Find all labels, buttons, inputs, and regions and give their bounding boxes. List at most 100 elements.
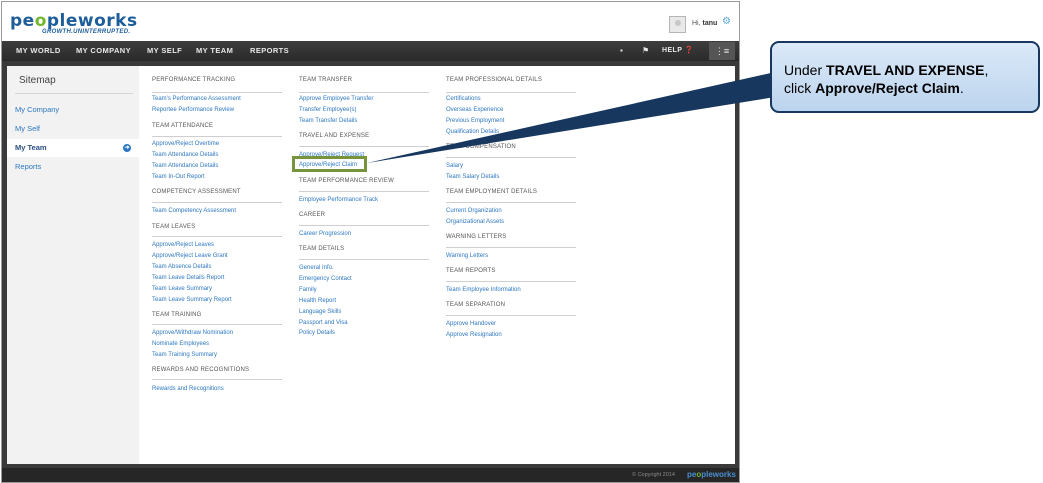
link-team-absence-details[interactable]: Team Absence Details bbox=[152, 264, 211, 270]
link-team-training-summary[interactable]: Team Training Summary bbox=[152, 352, 217, 358]
section-divider bbox=[299, 146, 429, 147]
nav-my-self[interactable]: MY SELF bbox=[147, 41, 182, 61]
link-general-info[interactable]: General Info. bbox=[299, 265, 334, 271]
section-divider bbox=[152, 236, 282, 237]
link-rewards-and-recognitions[interactable]: Rewards and Recognitions bbox=[152, 386, 224, 392]
app-window: peopleworks GROWTH.UNINTERRUPTED. Hi, ta… bbox=[1, 1, 740, 483]
link-team-salary-details[interactable]: Team Salary Details bbox=[446, 174, 499, 180]
link-approve-resignation[interactable]: Approve Resignation bbox=[446, 332, 502, 338]
logo-tagline: GROWTH.UNINTERRUPTED. bbox=[42, 29, 131, 35]
sidebar-item-reports[interactable]: Reports bbox=[7, 158, 139, 176]
link-team-leave-summary-report[interactable]: Team Leave Summary Report bbox=[152, 297, 232, 303]
link-warning-letters[interactable]: Warning Letters bbox=[446, 253, 488, 259]
help-icon: ❓ bbox=[684, 47, 694, 54]
section-divider bbox=[299, 225, 429, 226]
section-title: CAREER bbox=[299, 212, 326, 218]
instruction-callout: Under TRAVEL AND EXPENSE, click Approve/… bbox=[770, 41, 1040, 113]
sidebar-item-my-self[interactable]: My Self bbox=[7, 120, 139, 138]
link-team-transfer-details[interactable]: Team Transfer Details bbox=[299, 118, 357, 124]
link-employee-performance-track[interactable]: Employee Performance Track bbox=[299, 197, 378, 203]
link-emergency-contact[interactable]: Emergency Contact bbox=[299, 276, 352, 282]
link-team-attendance-details-2[interactable]: Team Attendance Details bbox=[152, 163, 218, 169]
sidebar-item-my-company[interactable]: My Company bbox=[7, 101, 139, 119]
highlight-box bbox=[292, 156, 367, 172]
menu-toggle-icon[interactable]: ⋮≡ bbox=[709, 42, 735, 60]
section-title: TEAM SEPARATION bbox=[446, 302, 506, 308]
link-certifications[interactable]: Certifications bbox=[446, 96, 481, 102]
link-transfer-employees[interactable]: Transfer Employee(s) bbox=[299, 107, 356, 113]
section-divider bbox=[446, 247, 576, 248]
link-overseas-experience[interactable]: Overseas Experience bbox=[446, 107, 503, 113]
link-team-employee-information[interactable]: Team Employee Information bbox=[446, 287, 521, 293]
sidebar-divider bbox=[15, 93, 133, 94]
section-divider bbox=[446, 157, 576, 158]
flag-icon[interactable]: ⚑ bbox=[642, 41, 649, 61]
link-reportee-performance-review[interactable]: Reportee Performance Review bbox=[152, 107, 234, 113]
user-avatar-icon[interactable] bbox=[669, 16, 686, 33]
sitemap-title: Sitemap bbox=[19, 75, 56, 86]
section-title: PERFORMANCE TRACKING bbox=[152, 77, 236, 83]
link-policy-details[interactable]: Policy Details bbox=[299, 330, 335, 336]
section-title: TEAM ATTENDANCE bbox=[152, 123, 214, 129]
link-team-leave-details-report[interactable]: Team Leave Details Report bbox=[152, 275, 224, 281]
section-title: REWARDS AND RECOGNITIONS bbox=[152, 367, 250, 373]
section-divider bbox=[152, 92, 282, 93]
nav-my-team[interactable]: MY TEAM bbox=[196, 41, 233, 61]
section-title: TEAM PROFESSIONAL DETAILS bbox=[446, 77, 543, 83]
section-divider bbox=[299, 259, 429, 260]
link-salary[interactable]: Salary bbox=[446, 163, 463, 169]
section-divider bbox=[446, 281, 576, 282]
section-divider bbox=[152, 202, 282, 203]
section-divider bbox=[446, 315, 576, 316]
user-greeting[interactable]: Hi, tanu bbox=[692, 20, 717, 27]
section-title: TEAM TRANSFER bbox=[299, 77, 353, 83]
app-header: peopleworks GROWTH.UNINTERRUPTED. Hi, ta… bbox=[2, 2, 739, 41]
book-icon[interactable]: ▪ bbox=[620, 41, 623, 61]
link-teams-performance-assessment[interactable]: Team's Performance Assessment bbox=[152, 96, 241, 102]
nav-my-world[interactable]: MY WORLD bbox=[16, 41, 61, 61]
section-title: TEAM TRAINING bbox=[152, 312, 202, 318]
nav-my-company[interactable]: MY COMPANY bbox=[76, 41, 131, 61]
sidebar-item-my-team[interactable]: My Team ➜ bbox=[7, 139, 139, 157]
sidebar-item-label: My Team bbox=[15, 143, 47, 152]
link-family[interactable]: Family bbox=[299, 287, 317, 293]
link-approve-withdraw-nomination[interactable]: Approve/Withdraw Nomination bbox=[152, 330, 233, 336]
link-approve-reject-overtime[interactable]: Approve/Reject Overtime bbox=[152, 141, 219, 147]
peopleworks-logo[interactable]: peopleworks bbox=[10, 11, 138, 31]
link-passport-and-visa[interactable]: Passport and Visa bbox=[299, 320, 348, 326]
section-title: TRAVEL AND EXPENSE bbox=[299, 133, 370, 139]
link-health-report[interactable]: Health Report bbox=[299, 298, 336, 304]
arrow-right-icon: ➜ bbox=[123, 144, 131, 152]
link-team-in-out-report[interactable]: Team In-Out Report bbox=[152, 174, 205, 180]
link-approve-employee-transfer[interactable]: Approve Employee Transfer bbox=[299, 96, 373, 102]
link-language-skills[interactable]: Language Skills bbox=[299, 309, 341, 315]
main-nav: MY WORLD MY COMPANY MY SELF MY TEAM REPO… bbox=[2, 41, 739, 61]
link-approve-handover[interactable]: Approve Handover bbox=[446, 321, 496, 327]
section-divider bbox=[299, 191, 429, 192]
gear-icon[interactable]: ⚙ bbox=[722, 16, 731, 27]
link-current-organization[interactable]: Current Organization bbox=[446, 208, 502, 214]
nav-reports[interactable]: REPORTS bbox=[250, 41, 289, 61]
link-career-progression[interactable]: Career Progression bbox=[299, 231, 351, 237]
callout-text: Under TRAVEL AND EXPENSE, click Approve/… bbox=[784, 62, 989, 96]
help-button[interactable]: HELP ❓ bbox=[662, 41, 694, 61]
footer-logo: peopleworks bbox=[687, 470, 736, 479]
link-previous-employment[interactable]: Previous Employment bbox=[446, 118, 504, 124]
section-title: TEAM EMPLOYMENT DETAILS bbox=[446, 189, 538, 195]
link-team-attendance-details[interactable]: Team Attendance Details bbox=[152, 152, 218, 158]
section-divider bbox=[446, 202, 576, 203]
app-footer: © Copyright 2014 peopleworks bbox=[2, 468, 739, 482]
link-team-leave-summary[interactable]: Team Leave Summary bbox=[152, 286, 212, 292]
section-title: COMPETENCY ASSESSMENT bbox=[152, 189, 241, 195]
link-nominate-employees[interactable]: Nominate Employees bbox=[152, 341, 209, 347]
sitemap-main: PERFORMANCE TRACKING Team's Performance … bbox=[139, 66, 735, 464]
copyright-text: © Copyright 2014 bbox=[632, 472, 675, 478]
link-team-competency-assessment[interactable]: Team Competency Assessment bbox=[152, 208, 236, 214]
sitemap-sidebar: Sitemap My Company My Self My Team ➜ Repo… bbox=[7, 66, 139, 464]
link-approve-reject-leaves[interactable]: Approve/Reject Leaves bbox=[152, 242, 214, 248]
link-approve-reject-leave-grant[interactable]: Approve/Reject Leave Grant bbox=[152, 253, 228, 259]
section-title: TEAM COMPENSATION bbox=[446, 144, 516, 150]
section-divider bbox=[152, 379, 282, 380]
link-qualification-details[interactable]: Qualification Details bbox=[446, 129, 499, 135]
link-organizational-assets[interactable]: Organizational Assets bbox=[446, 219, 504, 225]
